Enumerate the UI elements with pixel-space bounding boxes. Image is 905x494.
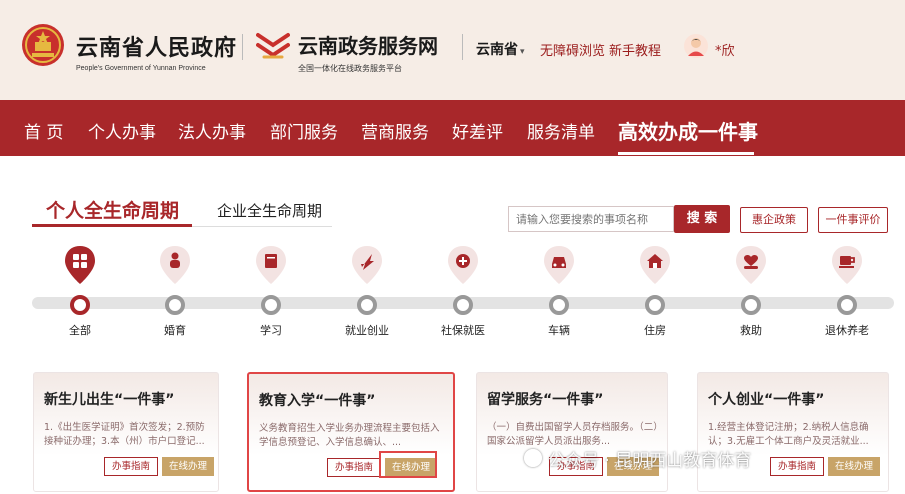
medical-cross-icon <box>448 246 478 284</box>
nav-item-rating[interactable]: 好差评 <box>452 118 503 143</box>
card-title: 留学服务“一件事” <box>487 392 604 408</box>
nav-item-departments[interactable]: 部门服务 <box>270 118 338 143</box>
category-all[interactable]: 全部 <box>45 245 115 337</box>
online-apply-highlight-box <box>379 451 437 478</box>
region-divider <box>462 34 463 60</box>
username[interactable]: *欣 <box>715 40 735 59</box>
category-label: 住房 <box>644 324 666 337</box>
chevron-down-icon: ▾ <box>520 47 525 57</box>
rocket-icon <box>352 246 382 284</box>
guide-button[interactable]: 办事指南 <box>770 457 824 476</box>
avatar[interactable] <box>684 34 708 58</box>
search-input[interactable] <box>508 206 674 232</box>
brand-divider <box>242 34 243 60</box>
guide-button[interactable]: 办事指南 <box>327 458 381 477</box>
online-apply-button[interactable]: 在线办理 <box>828 457 880 476</box>
category-marriage-childbirth[interactable]: 婚育 <box>140 245 210 337</box>
category-retirement[interactable]: 退休养老 <box>812 245 882 337</box>
category-label: 全部 <box>69 324 91 337</box>
card-description: 1.《出生医学证明》首次签发；2.预防接种证办理；3.本（州）市户口登记... <box>44 422 205 447</box>
baby-icon <box>160 246 190 284</box>
national-emblem-icon <box>22 24 64 66</box>
heart-hand-icon <box>736 246 766 284</box>
service-subtitle: 全国一体化在线政务服务平台 <box>298 64 402 73</box>
service-title: 云南政务服务网 <box>298 34 438 58</box>
timeline-node <box>261 295 281 315</box>
car-icon <box>544 246 574 284</box>
nav-item-personal[interactable]: 个人办事 <box>88 118 156 143</box>
category-label: 救助 <box>740 324 762 337</box>
accessibility-link[interactable]: 无障碍浏览 <box>540 40 605 59</box>
teacup-icon <box>832 246 862 284</box>
card-description: （一）自费出国留学人员存档服务。（二）国家公派留学人员派出服务... <box>487 422 659 447</box>
wechat-icon <box>524 449 542 467</box>
category-label: 车辆 <box>548 324 570 337</box>
top-header: 云南省人民政府 People's Government of Yunnan Pr… <box>0 0 905 100</box>
book-icon <box>256 246 286 284</box>
watermark-text: 公众号 · 昆明西山教育体育 <box>548 451 752 471</box>
category-label: 退休养老 <box>825 324 869 337</box>
timeline-node <box>165 295 185 315</box>
region-selector[interactable]: 云南省 ▾ <box>476 39 525 59</box>
online-apply-button[interactable]: 在线办理 <box>162 457 214 476</box>
nav-item-one-thing[interactable]: 高效办成一件事 <box>618 116 758 145</box>
timeline-node <box>741 295 761 315</box>
nav-item-legal-person[interactable]: 法人办事 <box>178 118 246 143</box>
site-title: 云南省人民政府 <box>76 36 238 61</box>
category-label: 社保就医 <box>441 324 485 337</box>
tab-active-indicator <box>32 224 192 227</box>
card-entrepreneurship[interactable]: 个人创业“一件事” 1.经营主体登记注册；2.纳税人信息确认；3.无雇工个体工商… <box>697 372 889 492</box>
house-icon <box>640 246 670 284</box>
category-label: 学习 <box>260 324 282 337</box>
timeline-node <box>357 295 377 315</box>
category-label: 就业创业 <box>345 324 389 337</box>
card-title: 新生儿出生“一件事” <box>44 392 175 408</box>
category-label: 婚育 <box>164 324 186 337</box>
nav-item-business[interactable]: 营商服务 <box>361 118 429 143</box>
tab-personal-lifecycle[interactable]: 个人全生命周期 <box>46 196 179 223</box>
nav-item-service-list[interactable]: 服务清单 <box>527 118 595 143</box>
policy-button[interactable]: 惠企政策 <box>740 207 808 233</box>
grid-icon <box>65 246 95 284</box>
service-brand[interactable]: 云南政务服务网 全国一体化在线政务服务平台 <box>298 30 438 74</box>
card-description: 义务教育招生入学业务办理流程主要包括入学信息预登记、入学信息确认、... <box>259 423 440 448</box>
card-title: 教育入学“一件事” <box>259 393 376 409</box>
category-housing[interactable]: 住房 <box>620 245 690 337</box>
region-label: 云南省 <box>476 42 518 58</box>
service-logo-icon <box>256 33 290 59</box>
main-nav: 首 页 个人办事 法人办事 部门服务 营商服务 好差评 服务清单 高效办成一件事 <box>0 100 905 156</box>
card-newborn[interactable]: 新生儿出生“一件事” 1.《出生医学证明》首次签发；2.预防接种证办理；3.本（… <box>33 372 219 492</box>
guide-button[interactable]: 办事指南 <box>104 457 158 476</box>
search-button[interactable]: 搜 索 <box>674 205 730 233</box>
tutorial-link[interactable]: 新手教程 <box>609 40 661 59</box>
nav-item-home[interactable]: 首 页 <box>24 118 63 143</box>
timeline-node <box>645 295 665 315</box>
site-brand[interactable]: 云南省人民政府 People's Government of Yunnan Pr… <box>76 30 237 72</box>
timeline-node <box>549 295 569 315</box>
nav-active-indicator <box>618 152 754 155</box>
site-subtitle: People's Government of Yunnan Province <box>76 65 206 72</box>
card-description: 1.经营主体登记注册；2.纳税人信息确认；3.无雇工个体工商户及灵活就业... <box>708 422 869 447</box>
rating-button[interactable]: 一件事评价 <box>818 207 888 233</box>
category-assistance[interactable]: 救助 <box>716 245 786 337</box>
timeline-node <box>453 295 473 315</box>
category-vehicles[interactable]: 车辆 <box>524 245 594 337</box>
category-employment[interactable]: 就业创业 <box>332 245 402 337</box>
category-social-security[interactable]: 社保就医 <box>428 245 498 337</box>
tab-enterprise-lifecycle[interactable]: 企业全生命周期 <box>217 200 322 221</box>
card-title: 个人创业“一件事” <box>708 392 825 408</box>
card-study-abroad[interactable]: 留学服务“一件事” （一）自费出国留学人员存档服务。（二）国家公派留学人员派出服… <box>476 372 668 492</box>
timeline-node <box>837 295 857 315</box>
category-study[interactable]: 学习 <box>236 245 306 337</box>
timeline-node <box>70 295 90 315</box>
